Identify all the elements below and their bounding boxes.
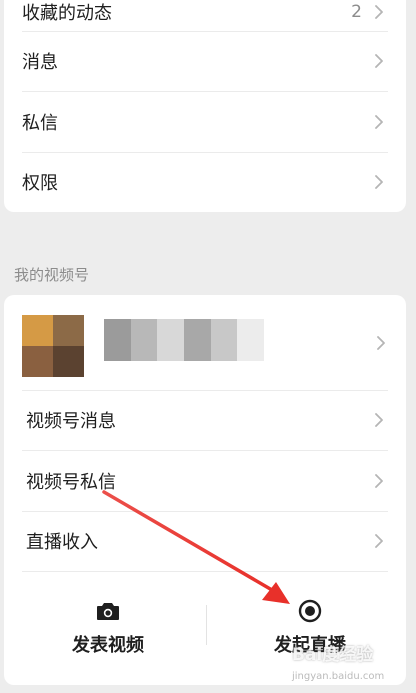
chevron-right-icon — [372, 51, 386, 71]
chevron-right-icon — [374, 333, 388, 353]
settings-card: 收藏的动态 2 消息 私信 权限 — [4, 0, 406, 212]
camera-icon — [96, 599, 120, 623]
live-income-label: 直播收入 — [26, 532, 98, 553]
chevron-right-icon — [372, 471, 386, 491]
private-messages-row[interactable]: 私信 — [4, 92, 406, 152]
chevron-right-icon — [372, 172, 386, 192]
post-video-label: 发表视频 — [72, 635, 144, 656]
channel-name-blurred — [104, 319, 265, 361]
favorites-count: 2 — [351, 2, 362, 22]
chevron-right-icon — [372, 531, 386, 551]
private-messages-label: 私信 — [22, 113, 58, 134]
live-record-icon — [298, 599, 322, 623]
channels-card: 视频号消息 视频号私信 直播收入 发表视频 发起直播 — [4, 295, 406, 685]
channel-profile-row[interactable] — [4, 295, 406, 390]
messages-row[interactable]: 消息 — [4, 31, 406, 91]
watermark-text: Bai度经验 — [292, 645, 374, 665]
chevron-right-icon — [372, 2, 386, 22]
messages-label: 消息 — [22, 52, 58, 73]
chevron-right-icon — [372, 112, 386, 132]
avatar — [22, 315, 84, 377]
channel-messages-row[interactable]: 视频号消息 — [4, 390, 406, 450]
channel-messages-label: 视频号消息 — [26, 411, 116, 432]
live-income-row[interactable]: 直播收入 — [4, 511, 406, 571]
channel-private-messages-row[interactable]: 视频号私信 — [4, 451, 406, 511]
baidu-watermark: Bai度经验 jingyan.baidu.com — [292, 640, 412, 690]
permissions-row[interactable]: 权限 — [4, 152, 406, 212]
channel-private-messages-label: 视频号私信 — [26, 472, 116, 493]
chevron-right-icon — [372, 410, 386, 430]
divider — [22, 571, 388, 572]
section-title-my-channels: 我的视频号 — [14, 266, 90, 284]
watermark-url: jingyan.baidu.com — [292, 671, 385, 682]
post-video-button[interactable]: 发表视频 — [8, 577, 208, 677]
favorites-label: 收藏的动态 — [22, 3, 112, 24]
permissions-label: 权限 — [22, 173, 58, 194]
action-separator — [206, 605, 207, 645]
